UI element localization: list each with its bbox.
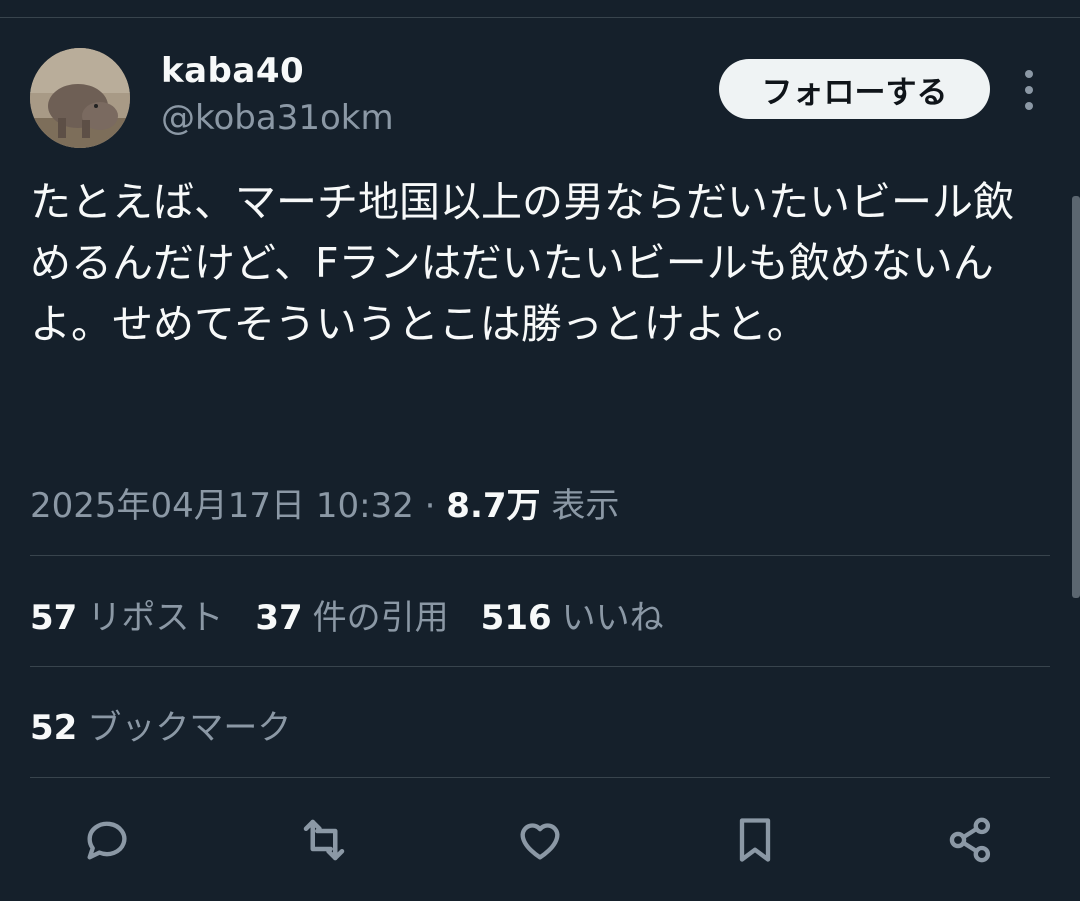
bookmark-stat[interactable]: 52 ブックマーク (30, 700, 291, 749)
like-count: 516 (480, 598, 552, 638)
more-icon[interactable] (1018, 70, 1040, 110)
avatar[interactable] (30, 48, 130, 148)
reply-icon[interactable] (79, 812, 135, 868)
quote-label: 件の引用 (312, 598, 449, 638)
display-name[interactable]: kaba40 (161, 51, 304, 91)
action-bar (0, 800, 1080, 880)
user-handle[interactable]: @koba31okm (161, 98, 394, 138)
repost-label: リポスト (87, 598, 224, 638)
repost-stat[interactable]: 57 リポスト (30, 590, 223, 639)
tweet-meta: 2025年04月17日 10:32 · 8.7万 表示 (30, 478, 619, 527)
divider (30, 777, 1050, 778)
like-stat[interactable]: 516 いいね (481, 590, 664, 639)
scrollbar[interactable] (1072, 196, 1080, 598)
repost-icon[interactable] (296, 812, 352, 868)
repost-count: 57 (30, 598, 78, 638)
views-count: 8.7万 (446, 486, 541, 526)
meta-separator: · (413, 486, 447, 526)
quote-stat[interactable]: 37 件の引用 (255, 590, 448, 639)
share-icon[interactable] (943, 812, 999, 868)
bookmark-count: 52 (30, 708, 78, 748)
avatar-image (30, 48, 130, 148)
timestamp[interactable]: 2025年04月17日 10:32 (30, 486, 414, 526)
divider (30, 666, 1050, 667)
bookmark-label: ブックマーク (87, 708, 292, 748)
like-icon[interactable] (512, 812, 568, 868)
like-label: いいね (561, 598, 664, 638)
engagement-stats: 57 リポスト 37 件の引用 516 いいね (30, 590, 664, 639)
bookmark-icon[interactable] (727, 812, 783, 868)
follow-button[interactable]: フォローする (719, 59, 990, 119)
top-divider (0, 17, 1080, 18)
tweet-text: たとえば、マーチ地国以上の男ならだいたいビール飲めるんだけど、Fランはだいたいビ… (30, 178, 1014, 348)
views-label: 表示 (551, 486, 620, 526)
quote-count: 37 (255, 598, 303, 638)
divider (30, 555, 1050, 556)
